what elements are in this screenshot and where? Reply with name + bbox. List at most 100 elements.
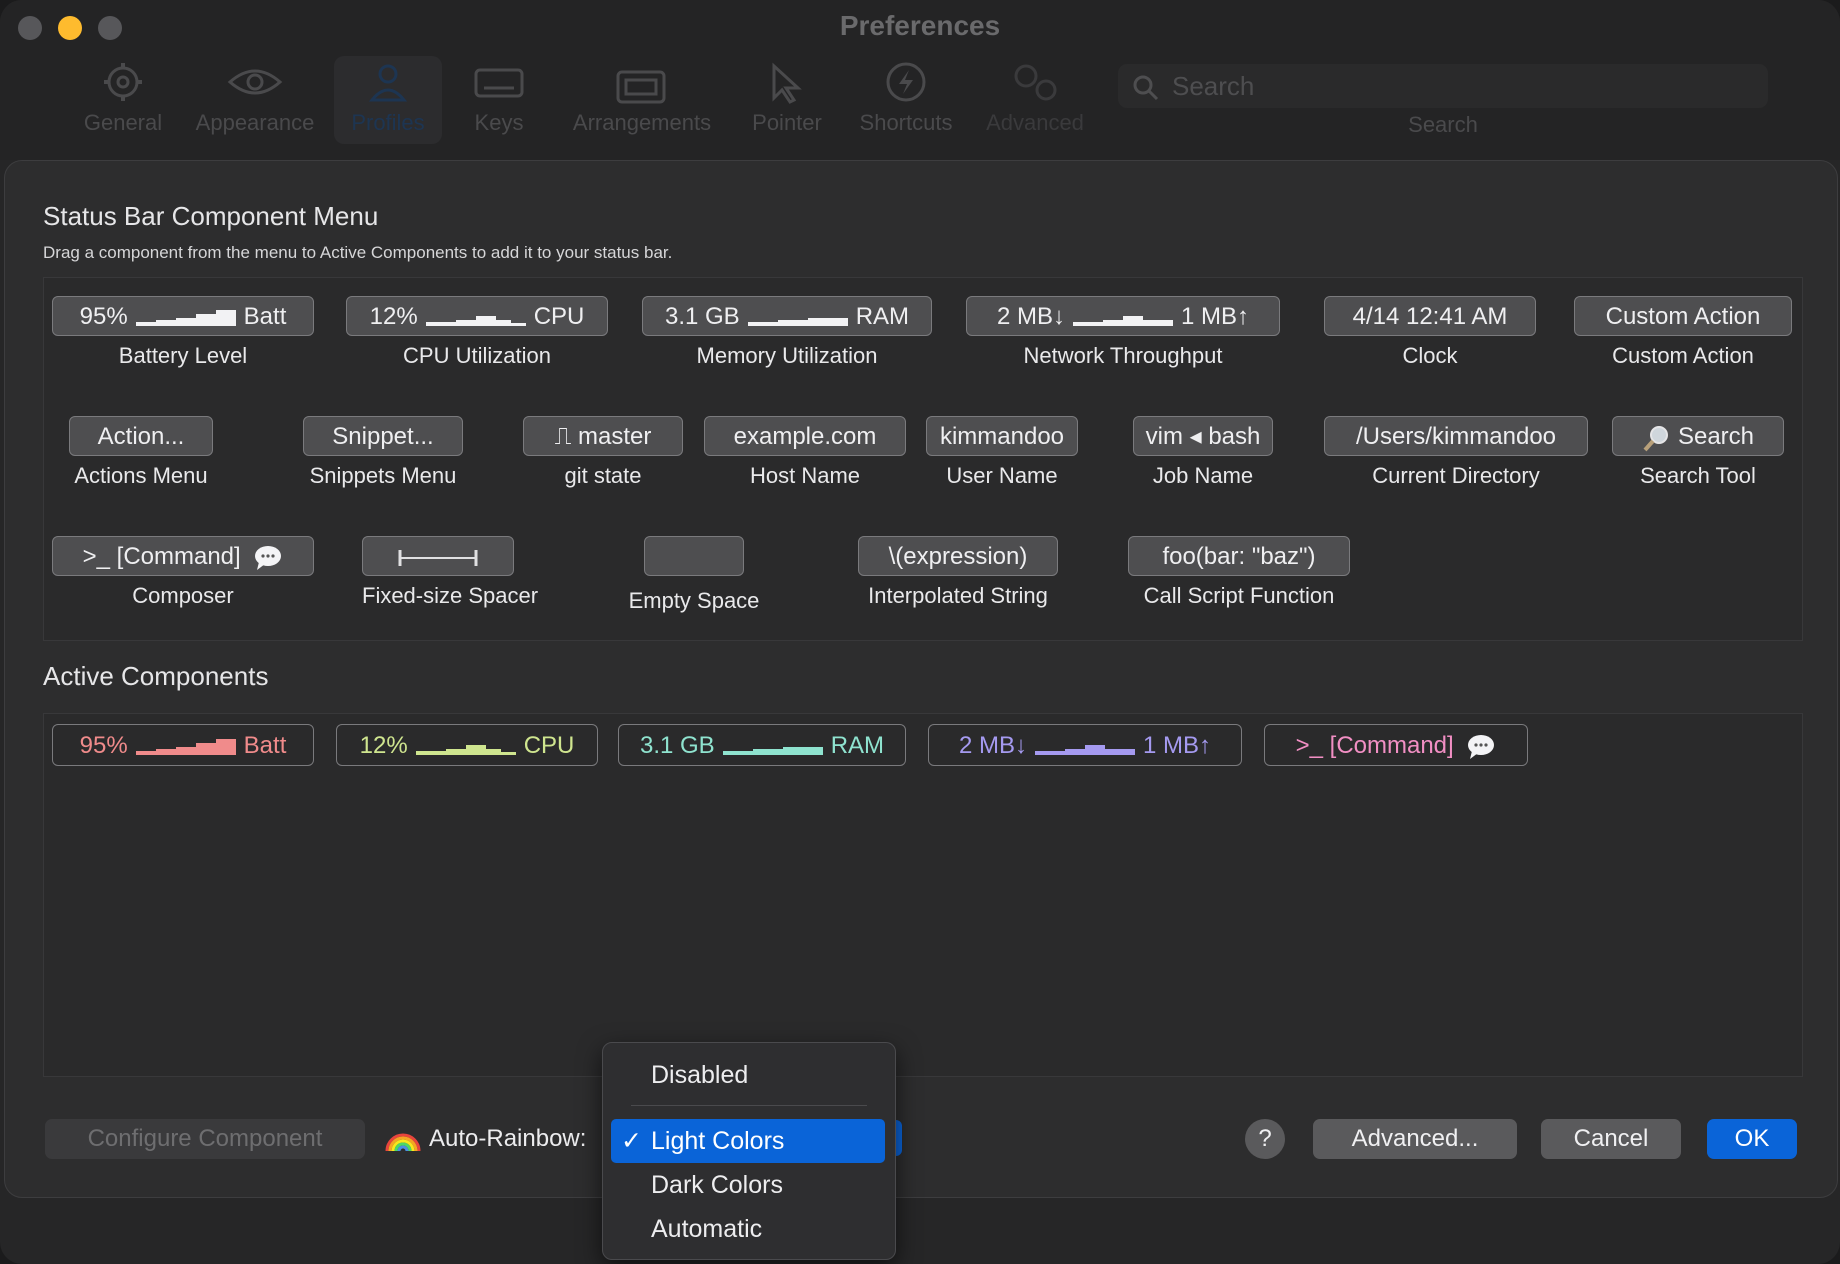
memory-suffix: RAM — [855, 303, 910, 330]
menu-title: Status Bar Component Menu — [43, 201, 379, 231]
option-disabled[interactable]: Disabled — [611, 1053, 885, 1097]
component-empty-space[interactable]: Empty Space — [624, 536, 764, 614]
component-pill[interactable]: example.com — [704, 416, 906, 456]
active-memory[interactable]: 3.1 GB RAM — [618, 724, 906, 766]
spacer-icon — [398, 549, 478, 566]
component-current-directory[interactable]: /Users/kimmandoo Current Directory — [1324, 416, 1588, 489]
component-label: User Name — [946, 463, 1058, 488]
person-icon — [368, 64, 408, 102]
option-automatic[interactable]: Automatic — [611, 1207, 885, 1251]
battery-value: 95% — [79, 303, 128, 330]
ok-button[interactable]: OK — [1707, 1119, 1797, 1159]
search-placeholder: Search — [1172, 71, 1255, 101]
tab-shortcuts[interactable]: Shortcuts — [852, 56, 960, 144]
search-field[interactable]: Search — [1118, 64, 1768, 108]
component-pill[interactable]: Snippet... — [303, 416, 463, 456]
rainbow-icon — [385, 1133, 421, 1152]
component-label: Job Name — [1152, 463, 1254, 488]
component-label: Fixed-size Spacer — [362, 583, 539, 608]
component-pill[interactable]: 2 MB↓ 1 MB↑ — [966, 296, 1280, 336]
memory-value: 3.1 GB — [664, 303, 740, 330]
preferences-window: Preferences General Appearance Profiles … — [0, 0, 1840, 1264]
tab-label: Keys — [474, 110, 524, 135]
component-memory-utilization[interactable]: 3.1 GB RAM Memory Utilization — [642, 296, 932, 369]
option-label: Disabled — [651, 1061, 749, 1089]
component-menu: 95% Batt Battery Level 12% CPU CPU Utiliza… — [43, 277, 1803, 641]
component-pill[interactable]: Action... — [69, 416, 213, 456]
component-actions-menu[interactable]: Action... Actions Menu — [66, 416, 216, 489]
tab-appearance[interactable]: Appearance — [190, 56, 320, 144]
component-pill[interactable]: ⎍ master — [523, 416, 683, 456]
component-label: Snippets Menu — [309, 463, 457, 488]
component-network-throughput[interactable]: 2 MB↓ 1 MB↑ Network Throughput — [966, 296, 1280, 369]
active-cpu[interactable]: 12% CPU — [336, 724, 598, 766]
component-pill[interactable] — [362, 536, 514, 576]
component-pill[interactable]: 4/14 12:41 AM — [1324, 296, 1536, 336]
sparkline-icon — [1073, 315, 1173, 326]
active-components: 95% Batt 12% CPU 3.1 GB RAM 2 MB↓ 1 MB↑ >_ [… — [43, 713, 1803, 1077]
component-git-state[interactable]: ⎍ master git state — [522, 416, 684, 489]
component-label: git state — [564, 463, 642, 488]
component-composer[interactable]: >_ [Command] Composer — [52, 536, 314, 609]
component-pill[interactable]: >_ [Command] — [52, 536, 314, 576]
bolt-icon — [886, 62, 926, 102]
tab-general[interactable]: General — [68, 56, 178, 144]
component-pill[interactable]: \(expression) — [858, 536, 1058, 576]
component-pill[interactable]: 95% Batt — [52, 296, 314, 336]
component-pill[interactable]: foo(bar: "baz") — [1128, 536, 1350, 576]
component-pill[interactable] — [644, 536, 744, 576]
component-label: Actions Menu — [74, 463, 208, 488]
component-pill[interactable]: Search — [1612, 416, 1784, 456]
composer-text: >_ [Command] — [82, 543, 241, 570]
cancel-button[interactable]: Cancel — [1541, 1119, 1681, 1159]
help-button[interactable]: ? — [1245, 1119, 1285, 1159]
tab-pointer[interactable]: Pointer — [740, 56, 834, 144]
option-dark-colors[interactable]: Dark Colors — [611, 1163, 885, 1207]
component-user-name[interactable]: kimmandoo User Name — [926, 416, 1078, 489]
option-label: Dark Colors — [651, 1171, 783, 1199]
gear-icon — [104, 63, 142, 101]
component-pill[interactable]: 3.1 GB RAM — [642, 296, 932, 336]
component-clock[interactable]: 4/14 12:41 AM Clock — [1324, 296, 1536, 369]
tab-label: Appearance — [195, 110, 315, 135]
checkmark-icon: ✓ — [621, 1127, 642, 1155]
component-call-script-function[interactable]: foo(bar: "baz") Call Script Function — [1128, 536, 1350, 609]
component-pill[interactable]: /Users/kimmandoo — [1324, 416, 1588, 456]
component-cpu-utilization[interactable]: 12% CPU CPU Utilization — [346, 296, 608, 369]
speech-bubble-icon — [1468, 734, 1495, 759]
tab-label: Shortcuts — [859, 110, 953, 135]
active-title: Active Components — [43, 661, 269, 691]
auto-rainbow-menu: Disabled ✓ Light Colors Dark Colors Auto… — [602, 1042, 896, 1260]
component-battery-level[interactable]: 95% Batt Battery Level — [52, 296, 314, 369]
component-search-tool[interactable]: Search Search Tool — [1612, 416, 1784, 489]
option-light-colors[interactable]: ✓ Light Colors — [611, 1119, 885, 1163]
component-pill[interactable]: 12% CPU — [346, 296, 608, 336]
advanced-button[interactable]: Advanced... — [1313, 1119, 1517, 1159]
tab-profiles[interactable]: Profiles — [334, 56, 442, 144]
active-composer[interactable]: >_ [Command] — [1264, 724, 1528, 766]
tab-advanced[interactable]: Advanced — [978, 56, 1092, 144]
component-host-name[interactable]: example.com Host Name — [704, 416, 906, 489]
component-label: CPU Utilization — [403, 343, 551, 368]
component-label: Clock — [1402, 343, 1458, 368]
component-pill[interactable]: Custom Action — [1574, 296, 1792, 336]
network-down-value: 2 MB↓ — [996, 303, 1065, 330]
tab-arrangements[interactable]: Arrangements — [564, 56, 720, 144]
cpu-value: 12% — [359, 732, 408, 759]
memory-value: 3.1 GB — [639, 732, 715, 759]
active-battery[interactable]: 95% Batt — [52, 724, 314, 766]
component-pill[interactable]: kimmandoo — [926, 416, 1078, 456]
component-pill[interactable]: vim ◂ bash — [1133, 416, 1273, 456]
component-label: Battery Level — [118, 343, 248, 368]
component-custom-action[interactable]: Custom Action Custom Action — [1574, 296, 1792, 369]
menu-subtitle: Drag a component from the menu to Active… — [43, 243, 673, 262]
component-interpolated-string[interactable]: \(expression) Interpolated String — [858, 536, 1058, 609]
memory-suffix: RAM — [830, 732, 885, 759]
component-job-name[interactable]: vim ◂ bash Job Name — [1132, 416, 1274, 489]
tab-keys[interactable]: Keys — [454, 56, 544, 144]
component-fixed-size-spacer[interactable]: Fixed-size Spacer — [362, 536, 539, 609]
cpu-value: 12% — [369, 303, 418, 330]
configure-component-button[interactable]: Configure Component — [45, 1119, 365, 1159]
active-network[interactable]: 2 MB↓ 1 MB↑ — [928, 724, 1242, 766]
component-snippets-menu[interactable]: Snippet... Snippets Menu — [298, 416, 468, 489]
